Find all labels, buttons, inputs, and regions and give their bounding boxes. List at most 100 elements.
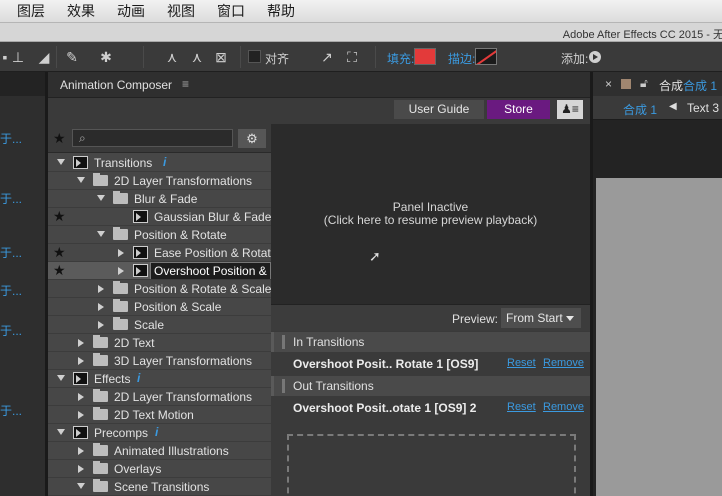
- expand-arrow-icon[interactable]: [97, 195, 105, 201]
- tree-row-folder[interactable]: Position & Rotate & Scale: [48, 280, 271, 298]
- toolbar-separator: [143, 46, 144, 68]
- preview-mode-select[interactable]: From Start: [501, 308, 581, 328]
- composition-viewer[interactable]: [596, 178, 722, 496]
- tree-row-preset[interactable]: ★ Ease Position & Rotate: [48, 244, 277, 262]
- tree-row-folder[interactable]: Animated Illustrations: [48, 442, 271, 460]
- expand-arrow-icon[interactable]: [78, 393, 84, 401]
- snap-edge-icon[interactable]: ↗: [318, 48, 336, 66]
- stroke-color-swatch[interactable]: [475, 48, 497, 65]
- project-item-link[interactable]: 于...: [0, 130, 22, 147]
- favorite-star-icon[interactable]: ★: [53, 208, 66, 225]
- expand-arrow-icon[interactable]: [118, 267, 124, 275]
- project-item-link[interactable]: 于...: [0, 190, 22, 207]
- favorite-star-icon[interactable]: ★: [53, 262, 66, 279]
- snap-bounds-icon[interactable]: ⛶: [343, 48, 361, 66]
- tree-row-folder[interactable]: 2D Layer Transformations: [48, 172, 271, 190]
- expand-arrow-icon[interactable]: [78, 411, 84, 419]
- tree-row-folder[interactable]: Overlays: [48, 460, 271, 478]
- project-item-link[interactable]: 于...: [0, 282, 22, 299]
- favorite-star-icon[interactable]: ★: [53, 244, 66, 261]
- tree-row-folder[interactable]: 2D Layer Transformations: [48, 388, 271, 406]
- expand-arrow-icon[interactable]: [78, 447, 84, 455]
- transition-drop-zone[interactable]: [287, 434, 576, 496]
- account-menu-button[interactable]: ♟≡: [557, 100, 583, 119]
- triangle-left-icon[interactable]: ◀: [669, 101, 677, 112]
- tree-row-folder[interactable]: Scene Transitions: [48, 478, 271, 496]
- info-icon[interactable]: i: [163, 155, 166, 169]
- project-item-link[interactable]: 于...: [0, 244, 22, 261]
- user-guide-button[interactable]: User Guide: [394, 100, 484, 119]
- tree-row-preset[interactable]: ★ Gaussian Blur & Fade: [48, 208, 271, 226]
- puppet-pin-icon[interactable]: ✱: [97, 48, 115, 66]
- store-button[interactable]: Store: [487, 100, 550, 119]
- menu-help[interactable]: 帮助: [267, 1, 295, 21]
- menu-view[interactable]: 视图: [167, 1, 195, 21]
- tab-comp-1[interactable]: 合成 1: [623, 101, 657, 118]
- search-input[interactable]: ⌕: [72, 129, 233, 147]
- lock-icon[interactable]: 🔓︎: [640, 76, 648, 91]
- close-icon[interactable]: ×: [605, 77, 612, 91]
- in-remove-link[interactable]: Remove: [543, 357, 584, 369]
- axis-world-icon[interactable]: ⋏: [188, 48, 206, 66]
- tree-row-folder[interactable]: Scale: [48, 316, 271, 334]
- menu-window[interactable]: 窗口: [217, 1, 245, 21]
- settings-button[interactable]: ⚙: [238, 129, 266, 148]
- expand-arrow-icon[interactable]: [98, 303, 104, 311]
- project-item-link[interactable]: 于...: [0, 322, 22, 339]
- in-transitions-header: In Transitions: [271, 332, 590, 352]
- stamp-tool-icon[interactable]: ⊥: [9, 48, 27, 66]
- fill-color-swatch[interactable]: [414, 48, 436, 65]
- project-item-link[interactable]: 于...: [0, 402, 22, 419]
- expand-arrow-icon[interactable]: [98, 285, 104, 293]
- expand-arrow-icon[interactable]: [57, 375, 65, 381]
- menu-layer[interactable]: 图层: [17, 1, 45, 21]
- tree-row-transitions[interactable]: Transitions i: [48, 154, 271, 172]
- expand-arrow-icon[interactable]: [118, 249, 124, 257]
- roto-brush-icon[interactable]: ✎: [63, 48, 81, 66]
- tree-row-folder[interactable]: Position & Rotate: [48, 226, 271, 244]
- menubar: 图层 效果 动画 视图 窗口 帮助: [0, 0, 722, 23]
- tree-row-folder[interactable]: 2D Text: [48, 334, 271, 352]
- tree-row-folder[interactable]: Blur & Fade: [48, 190, 271, 208]
- panel-menu-icon[interactable]: ≡: [182, 77, 189, 91]
- tab-text-3[interactable]: Text 3: [687, 101, 719, 115]
- favorites-star-icon[interactable]: ★: [53, 130, 66, 147]
- tree-row-precomps[interactable]: Precomps i: [48, 424, 271, 442]
- folder-icon: [93, 461, 108, 474]
- expand-arrow-icon[interactable]: [77, 483, 85, 489]
- expand-arrow-icon[interactable]: [98, 321, 104, 329]
- expand-arrow-icon[interactable]: [78, 465, 84, 473]
- tree-row-label: 2D Text Motion: [114, 408, 194, 422]
- expand-arrow-icon[interactable]: [57, 429, 65, 435]
- tree-row-folder[interactable]: Position & Scale: [48, 298, 271, 316]
- add-play-icon[interactable]: [589, 51, 601, 63]
- tree-row-effects[interactable]: Effects i: [48, 370, 271, 388]
- info-icon[interactable]: i: [137, 371, 140, 385]
- tree-row-preset-selected[interactable]: ★ Overshoot Position & Rotate: [48, 262, 271, 280]
- preview-area[interactable]: Panel Inactive (Click here to resume pre…: [271, 124, 590, 304]
- tree-row-folder[interactable]: 3D Layer Transformations: [48, 352, 271, 370]
- snap-checkbox[interactable]: [248, 50, 261, 63]
- expand-arrow-icon[interactable]: [77, 177, 85, 183]
- out-remove-link[interactable]: Remove: [543, 401, 584, 413]
- toolbar-separator: [56, 46, 57, 68]
- expand-arrow-icon[interactable]: [97, 231, 105, 237]
- comp-name[interactable]: 合成 1: [683, 77, 717, 94]
- panel-title: Animation Composer: [60, 78, 173, 92]
- tree-row-folder[interactable]: 2D Text Motion: [48, 406, 271, 424]
- expand-arrow-icon[interactable]: [78, 357, 84, 365]
- out-reset-link[interactable]: Reset: [507, 401, 536, 413]
- axis-view-icon[interactable]: ⊠: [212, 48, 230, 66]
- in-transition-item[interactable]: Overshoot Posit.. Rotate 1 [OS9] Reset R…: [271, 353, 590, 375]
- out-transition-item[interactable]: Overshoot Posit..otate 1 [OS9] 2 Reset R…: [271, 397, 590, 419]
- in-reset-link[interactable]: Reset: [507, 357, 536, 369]
- axis-local-icon[interactable]: ⋏: [163, 48, 181, 66]
- expand-arrow-icon[interactable]: [57, 159, 65, 165]
- toolbar: ▪ ⊥ ◢ ✎ ✱ ⋏ ⋏ ⊠ 对齐 ↗ ⛶ 填充: 描边: 添加:: [0, 42, 722, 72]
- eraser-tool-icon[interactable]: ◢: [35, 48, 53, 66]
- preset-icon: [133, 210, 148, 223]
- menu-effects[interactable]: 效果: [67, 1, 95, 21]
- menu-animation[interactable]: 动画: [117, 1, 145, 21]
- info-icon[interactable]: i: [155, 425, 158, 439]
- expand-arrow-icon[interactable]: [78, 339, 84, 347]
